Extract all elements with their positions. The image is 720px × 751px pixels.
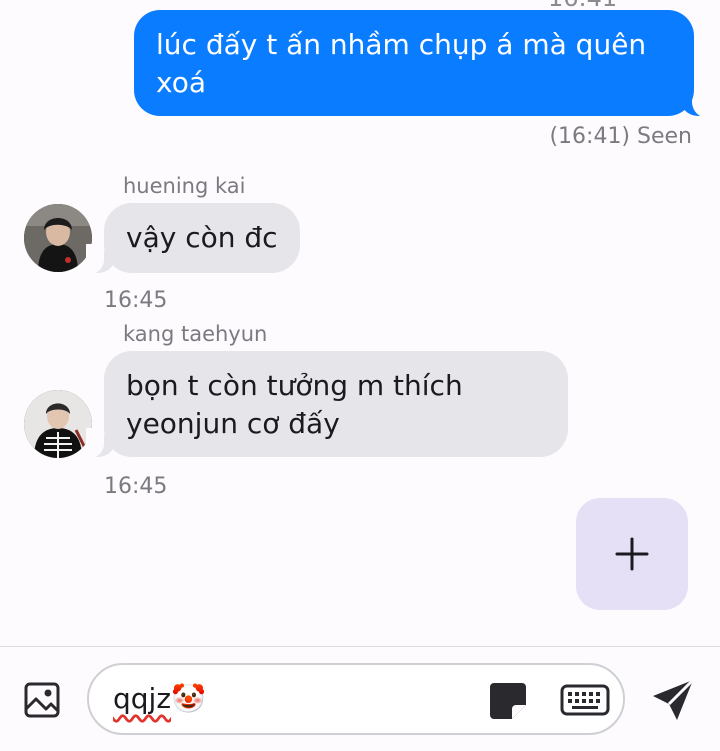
message-timestamp: 16:45: [104, 474, 168, 499]
keyboard-button[interactable]: [559, 682, 611, 718]
sticker-icon: [490, 683, 526, 719]
incoming-message-text: vậy còn đc: [126, 221, 278, 254]
incoming-message-bubble[interactable]: bọn t còn tưởng m thích yeonjun cơ đấy: [104, 351, 568, 457]
message-timestamp: 16:45: [104, 288, 168, 313]
typed-text: qqjz: [113, 682, 172, 715]
incoming-message-bubble[interactable]: vậy còn đc: [104, 203, 300, 273]
send-icon: [653, 678, 695, 720]
incoming-message-text: bọn t còn tưởng m thích yeonjun cơ đấy: [126, 369, 463, 440]
message-input-value[interactable]: qqjz🤡: [113, 679, 206, 719]
gallery-button[interactable]: [22, 680, 62, 720]
seen-status: (16:41) Seen: [549, 124, 692, 149]
keyboard-icon: [560, 684, 610, 716]
outgoing-message-text: lúc đấy t ấn nhầm chụp á mà quên xoá: [156, 28, 647, 99]
sender-name-kang-taehyun: kang taehyun: [123, 322, 268, 346]
avatar-kang-taehyun[interactable]: [24, 390, 92, 458]
sender-name-huening-kai: huening kai: [123, 174, 246, 198]
clown-emoji: 🤡: [171, 682, 206, 715]
image-icon: [24, 682, 60, 718]
sticker-button[interactable]: [487, 680, 529, 722]
send-button[interactable]: [650, 677, 696, 723]
message-input[interactable]: qqjz🤡: [87, 663, 625, 735]
plus-icon: [615, 537, 649, 571]
avatar-huening-kai[interactable]: [24, 204, 92, 272]
outgoing-message-bubble[interactable]: lúc đấy t ấn nhầm chụp á mà quên xoá: [134, 10, 694, 116]
add-button[interactable]: [576, 498, 688, 610]
